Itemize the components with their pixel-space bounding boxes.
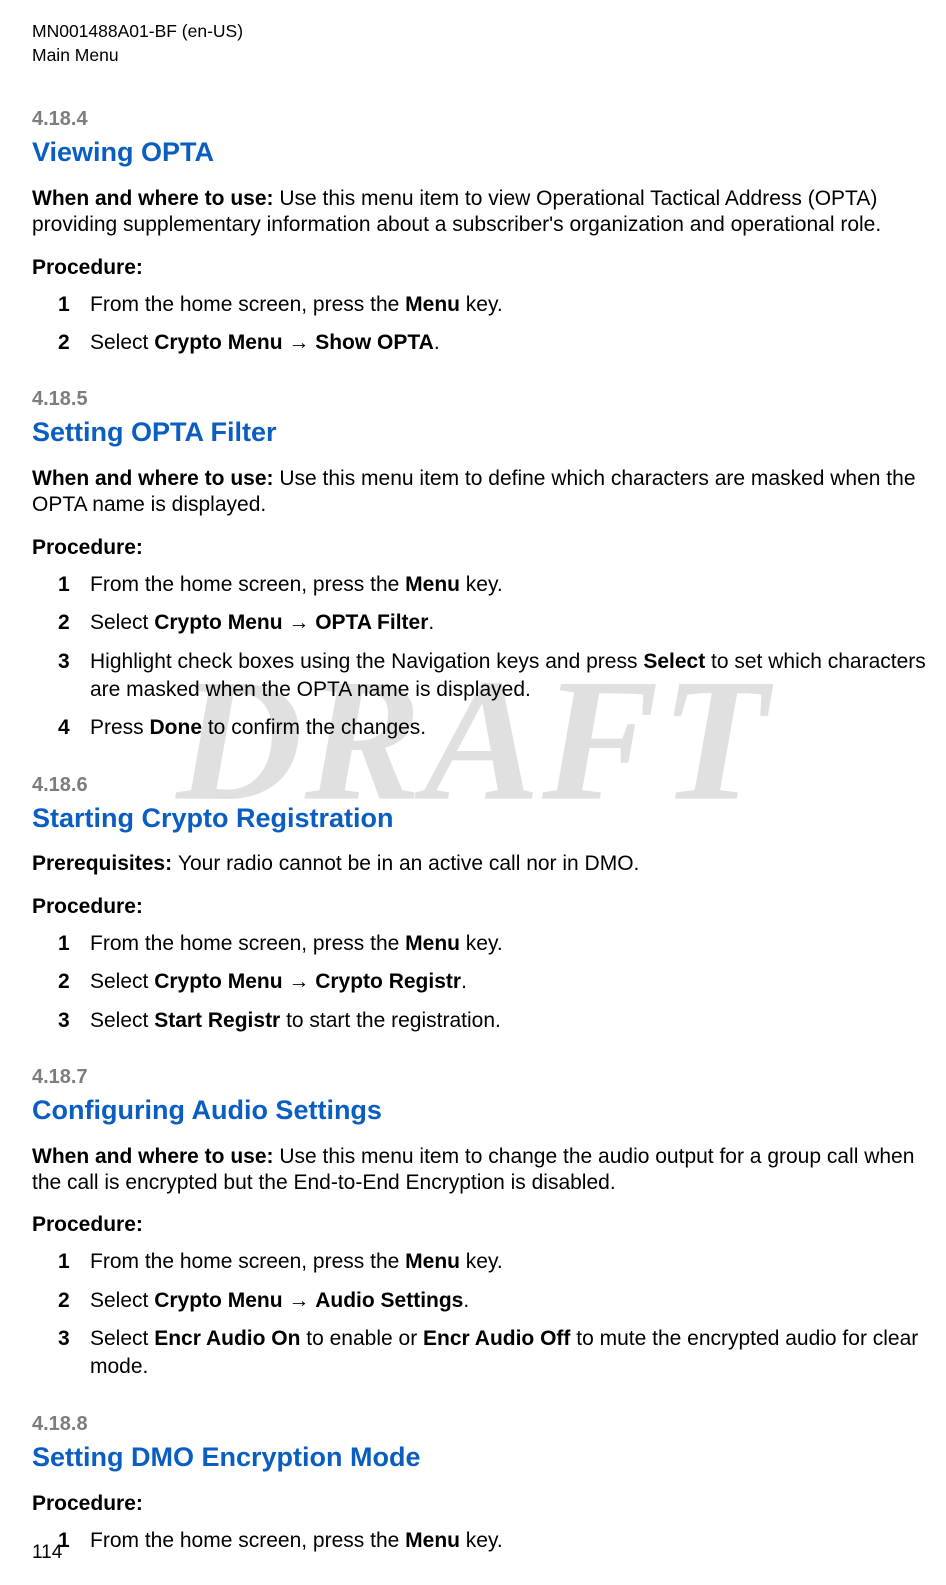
section-number: 4.18.6 (32, 773, 926, 798)
step-bold: Menu (405, 932, 460, 955)
step-bold: Menu (405, 1529, 460, 1552)
section-title: Viewing OPTA (32, 136, 926, 170)
prerequisites-paragraph: Prerequisites: Your radio cannot be in a… (32, 851, 926, 877)
step-text: key. (460, 932, 503, 955)
section-title: Setting OPTA Filter (32, 416, 926, 450)
step-text: . (461, 970, 467, 993)
step-text: → (283, 611, 316, 634)
prerequisites-label: Prerequisites: (32, 852, 178, 875)
procedure-step: From the home screen, press the Menu key… (90, 1248, 926, 1276)
step-text: Select (90, 1327, 154, 1350)
procedure-step: Highlight check boxes using the Navigati… (90, 648, 926, 705)
step-text: Press (90, 716, 150, 739)
when-where-paragraph: When and where to use: Use this menu ite… (32, 466, 926, 519)
procedure-list: From the home screen, press the Menu key… (32, 1527, 926, 1555)
step-bold: Audio Settings (315, 1289, 463, 1312)
procedure-heading: Procedure: (32, 255, 926, 281)
procedure-step: Press Done to confirm the changes. (90, 714, 926, 742)
step-bold: Start Registr (154, 1009, 280, 1032)
step-text: to confirm the changes. (202, 716, 426, 739)
step-text: to enable or (300, 1327, 423, 1350)
procedure-heading: Procedure: (32, 1212, 926, 1238)
step-bold: Encr Audio On (154, 1327, 300, 1350)
section-number: 4.18.5 (32, 387, 926, 412)
step-bold: Crypto Menu (154, 331, 282, 354)
procedure-step: From the home screen, press the Menu key… (90, 1527, 926, 1555)
prerequisites-text: Your radio cannot be in an active call n… (178, 852, 639, 875)
step-text: From the home screen, press the (90, 1250, 405, 1273)
step-text: From the home screen, press the (90, 1529, 405, 1552)
step-bold: OPTA Filter (315, 611, 428, 634)
step-text: → (283, 970, 316, 993)
step-bold: Menu (405, 293, 460, 316)
procedure-list: From the home screen, press the Menu key… (32, 571, 926, 743)
step-text: key. (460, 293, 503, 316)
step-text: key. (460, 1250, 503, 1273)
step-text: . (428, 611, 434, 634)
when-where-paragraph: When and where to use: Use this menu ite… (32, 186, 926, 239)
step-text: Select (90, 970, 154, 993)
step-text: Select (90, 1289, 154, 1312)
page-container: DRAFT MN001488A01-BF (en-US) Main Menu 4… (0, 0, 946, 1585)
step-bold: Menu (405, 573, 460, 596)
step-text: From the home screen, press the (90, 573, 405, 596)
procedure-step: Select Crypto Menu → Crypto Registr. (90, 968, 926, 996)
step-text: Select (90, 331, 154, 354)
when-where-label: When and where to use: (32, 187, 279, 210)
procedure-heading: Procedure: (32, 535, 926, 561)
step-text: → (283, 1289, 316, 1312)
header-doc-id: MN001488A01-BF (en-US) (32, 20, 926, 44)
procedure-step: Select Crypto Menu → Audio Settings. (90, 1287, 926, 1315)
step-text: to start the registration. (280, 1009, 501, 1032)
when-where-paragraph: When and where to use: Use this menu ite… (32, 1144, 926, 1197)
step-bold: Select (643, 650, 705, 673)
step-bold: Show OPTA (315, 331, 434, 354)
procedure-step: From the home screen, press the Menu key… (90, 571, 926, 599)
procedure-step: Select Crypto Menu → OPTA Filter. (90, 609, 926, 637)
step-text: Select (90, 611, 154, 634)
step-text: From the home screen, press the (90, 293, 405, 316)
step-text: . (434, 331, 440, 354)
step-bold: Menu (405, 1250, 460, 1273)
step-bold: Crypto Menu (154, 611, 282, 634)
procedure-step: From the home screen, press the Menu key… (90, 291, 926, 319)
step-text: Select (90, 1009, 154, 1032)
step-text: key. (460, 1529, 503, 1552)
when-where-label: When and where to use: (32, 1145, 279, 1168)
procedure-step: Select Crypto Menu → Show OPTA. (90, 329, 926, 357)
step-text: key. (460, 573, 503, 596)
section-title: Configuring Audio Settings (32, 1094, 926, 1128)
section-title: Starting Crypto Registration (32, 802, 926, 836)
procedure-step: From the home screen, press the Menu key… (90, 930, 926, 958)
step-bold: Crypto Menu (154, 1289, 282, 1312)
section-title: Setting DMO Encryption Mode (32, 1441, 926, 1475)
section-number: 4.18.7 (32, 1065, 926, 1090)
step-bold: Crypto Menu (154, 970, 282, 993)
procedure-step: Select Start Registr to start the regist… (90, 1007, 926, 1035)
procedure-heading: Procedure: (32, 894, 926, 920)
step-bold: Done (150, 716, 203, 739)
step-text: . (463, 1289, 469, 1312)
procedure-list: From the home screen, press the Menu key… (32, 930, 926, 1035)
content-region: MN001488A01-BF (en-US) Main Menu 4.18.4 … (32, 20, 926, 1555)
section-number: 4.18.8 (32, 1412, 926, 1437)
step-text: → (283, 331, 316, 354)
step-bold: Crypto Registr (315, 970, 461, 993)
when-where-label: When and where to use: (32, 467, 279, 490)
section-number: 4.18.4 (32, 107, 926, 132)
procedure-heading: Procedure: (32, 1491, 926, 1517)
step-text: From the home screen, press the (90, 932, 405, 955)
procedure-list: From the home screen, press the Menu key… (32, 291, 926, 358)
procedure-list: From the home screen, press the Menu key… (32, 1248, 926, 1381)
step-bold: Encr Audio Off (423, 1327, 570, 1350)
header-chapter: Main Menu (32, 44, 926, 68)
procedure-step: Select Encr Audio On to enable or Encr A… (90, 1325, 926, 1382)
step-text: Highlight check boxes using the Navigati… (90, 650, 643, 673)
